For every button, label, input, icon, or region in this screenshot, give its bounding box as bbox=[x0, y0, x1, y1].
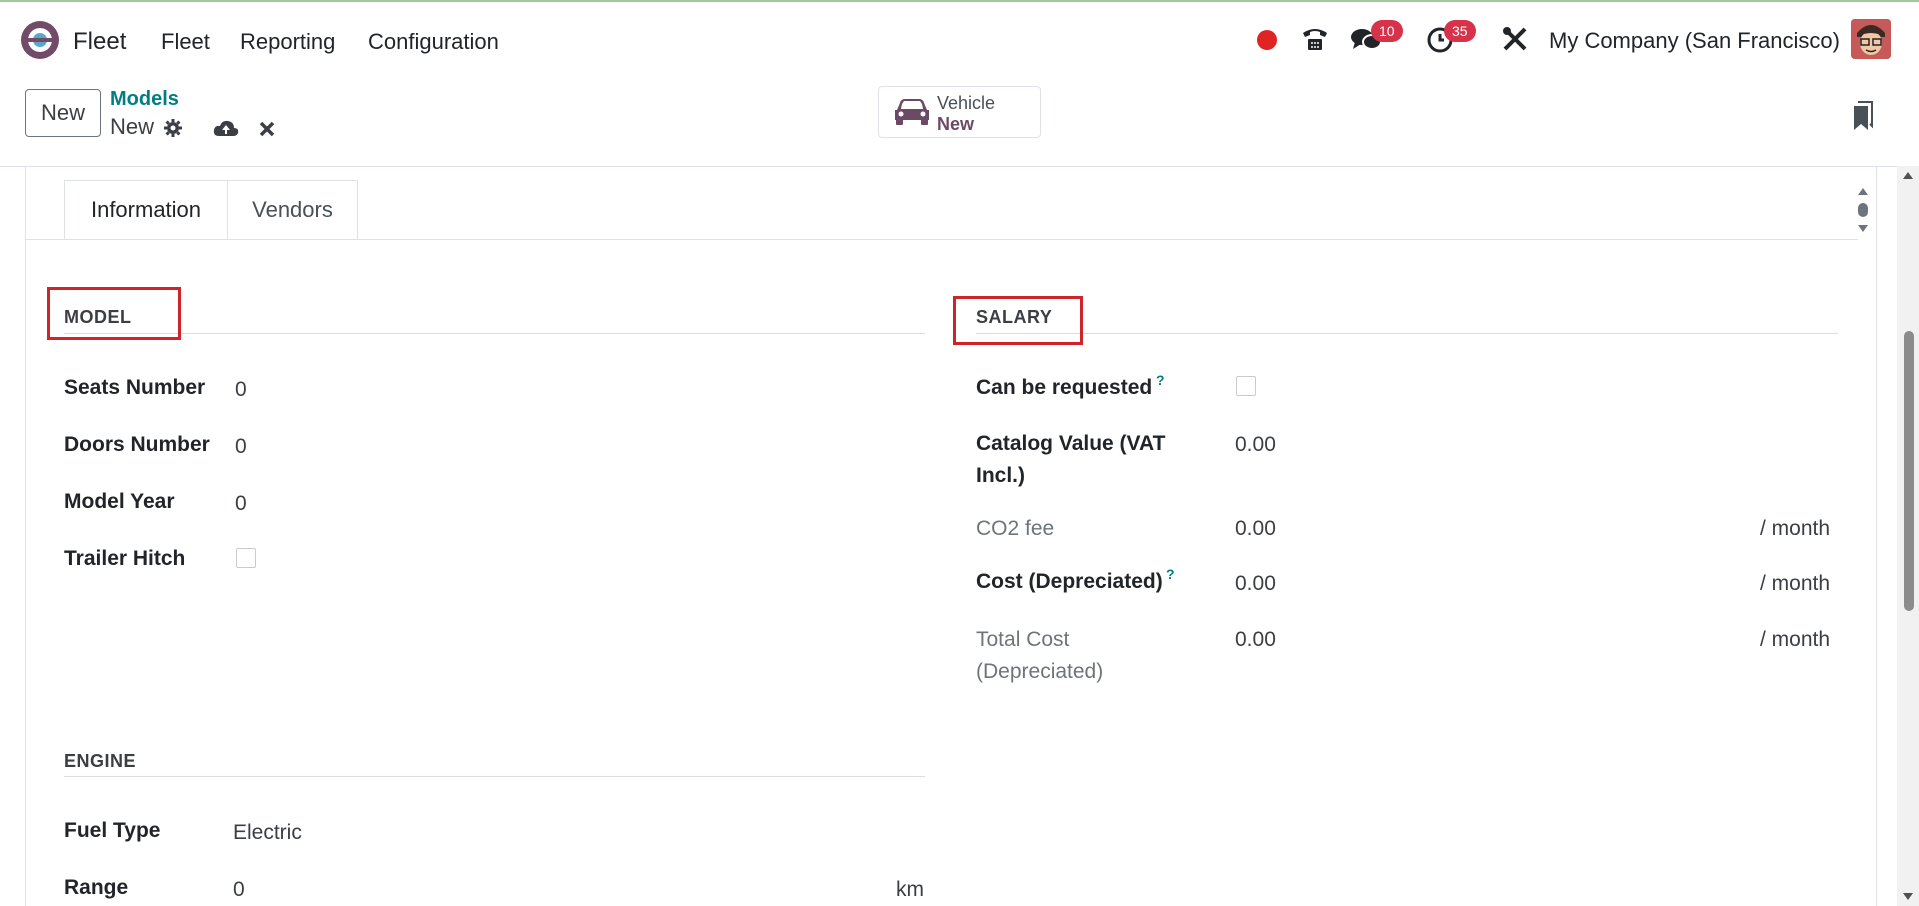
can-be-requested-help[interactable]: ? bbox=[1156, 372, 1165, 388]
range-label: Range bbox=[64, 876, 129, 899]
company-switcher[interactable]: My Company (San Francisco) bbox=[1549, 28, 1840, 54]
catalog-value-input[interactable]: 0.00 bbox=[1235, 429, 1276, 461]
tabs-scroll-control[interactable] bbox=[1857, 184, 1869, 236]
seats-number-input[interactable]: 0 bbox=[235, 374, 247, 406]
control-panel: New Models New Vehicle New bbox=[0, 76, 1919, 167]
catalog-value-label-line2: Incl.) bbox=[976, 464, 1026, 487]
total-cost-label-line2: (Depreciated) bbox=[976, 660, 1104, 683]
highlight-box-model bbox=[47, 287, 181, 340]
close-icon[interactable] bbox=[259, 121, 275, 137]
co2-fee-label: CO2 fee bbox=[976, 517, 1055, 540]
vehicle-smart-button[interactable]: Vehicle New bbox=[878, 86, 1041, 138]
salary-section-divider bbox=[976, 333, 1838, 334]
range-unit: km bbox=[896, 878, 924, 901]
phone-icon[interactable] bbox=[1300, 24, 1330, 54]
menu-configuration[interactable]: Configuration bbox=[368, 29, 499, 55]
seats-number-label: Seats Number bbox=[64, 376, 206, 399]
messages-badge: 10 bbox=[1371, 20, 1403, 42]
model-section-divider bbox=[64, 333, 925, 334]
tab-information[interactable]: Information bbox=[64, 180, 228, 240]
page-scrollbar-thumb[interactable] bbox=[1904, 331, 1914, 611]
main-navbar: Fleet Fleet Reporting Configuration 10 3… bbox=[0, 2, 1919, 76]
cost-depreciated-label: Cost (Depreciated) bbox=[976, 570, 1163, 593]
app-name[interactable]: Fleet bbox=[73, 28, 126, 56]
smart-button-label: Vehicle bbox=[937, 93, 996, 113]
new-button[interactable]: New bbox=[25, 89, 101, 137]
engine-section-title: ENGINE bbox=[64, 751, 137, 771]
smart-button-value: New bbox=[937, 114, 975, 134]
catalog-value-label-line1: Catalog Value (VAT bbox=[976, 432, 1166, 455]
engine-section-divider bbox=[64, 776, 925, 777]
breadcrumb-current: New bbox=[110, 114, 155, 139]
scroll-down-arrow-icon[interactable] bbox=[1902, 892, 1914, 902]
cloud-upload-icon[interactable] bbox=[213, 118, 239, 138]
trailer-hitch-label: Trailer Hitch bbox=[64, 547, 186, 570]
tab-vendors[interactable]: Vendors bbox=[228, 180, 358, 240]
fuel-type-select[interactable]: Electric bbox=[233, 817, 302, 849]
model-year-input[interactable]: 0 bbox=[235, 488, 247, 520]
cost-depreciated-unit: / month bbox=[1760, 572, 1831, 595]
cost-depreciated-help[interactable]: ? bbox=[1166, 566, 1175, 582]
total-cost-unit: / month bbox=[1760, 628, 1831, 651]
sheet-border-right bbox=[1876, 166, 1877, 906]
bookmark-icon[interactable] bbox=[1852, 101, 1874, 131]
total-cost-value: 0.00 bbox=[1235, 628, 1276, 651]
gear-icon[interactable] bbox=[163, 118, 183, 138]
can-be-requested-checkbox[interactable] bbox=[1236, 376, 1256, 396]
fuel-type-label: Fuel Type bbox=[64, 819, 161, 842]
record-dot-icon[interactable] bbox=[1257, 30, 1277, 50]
model-year-label: Model Year bbox=[64, 490, 175, 513]
range-input[interactable]: 0 bbox=[233, 874, 245, 906]
sheet-border-left bbox=[25, 166, 26, 906]
doors-number-label: Doors Number bbox=[64, 433, 210, 456]
avatar[interactable] bbox=[1851, 19, 1891, 59]
highlight-box-salary bbox=[953, 296, 1083, 345]
doors-number-input[interactable]: 0 bbox=[235, 431, 247, 463]
co2-fee-unit: / month bbox=[1760, 517, 1831, 540]
activities-badge: 35 bbox=[1444, 20, 1476, 42]
tools-icon[interactable] bbox=[1501, 25, 1529, 53]
can-be-requested-label: Can be requested bbox=[976, 376, 1153, 399]
scroll-up-arrow-icon[interactable] bbox=[1902, 170, 1914, 180]
tabs-divider bbox=[26, 239, 1858, 240]
menu-reporting[interactable]: Reporting bbox=[240, 29, 335, 55]
trailer-hitch-checkbox[interactable] bbox=[236, 548, 256, 568]
total-cost-label-line1: Total Cost bbox=[976, 628, 1070, 651]
fleet-logo-icon[interactable] bbox=[19, 19, 61, 61]
cost-depreciated-value: 0.00 bbox=[1235, 572, 1276, 595]
car-icon bbox=[895, 99, 929, 125]
menu-fleet[interactable]: Fleet bbox=[161, 29, 210, 55]
breadcrumb-models[interactable]: Models bbox=[110, 88, 179, 111]
co2-fee-value: 0.00 bbox=[1235, 517, 1276, 540]
